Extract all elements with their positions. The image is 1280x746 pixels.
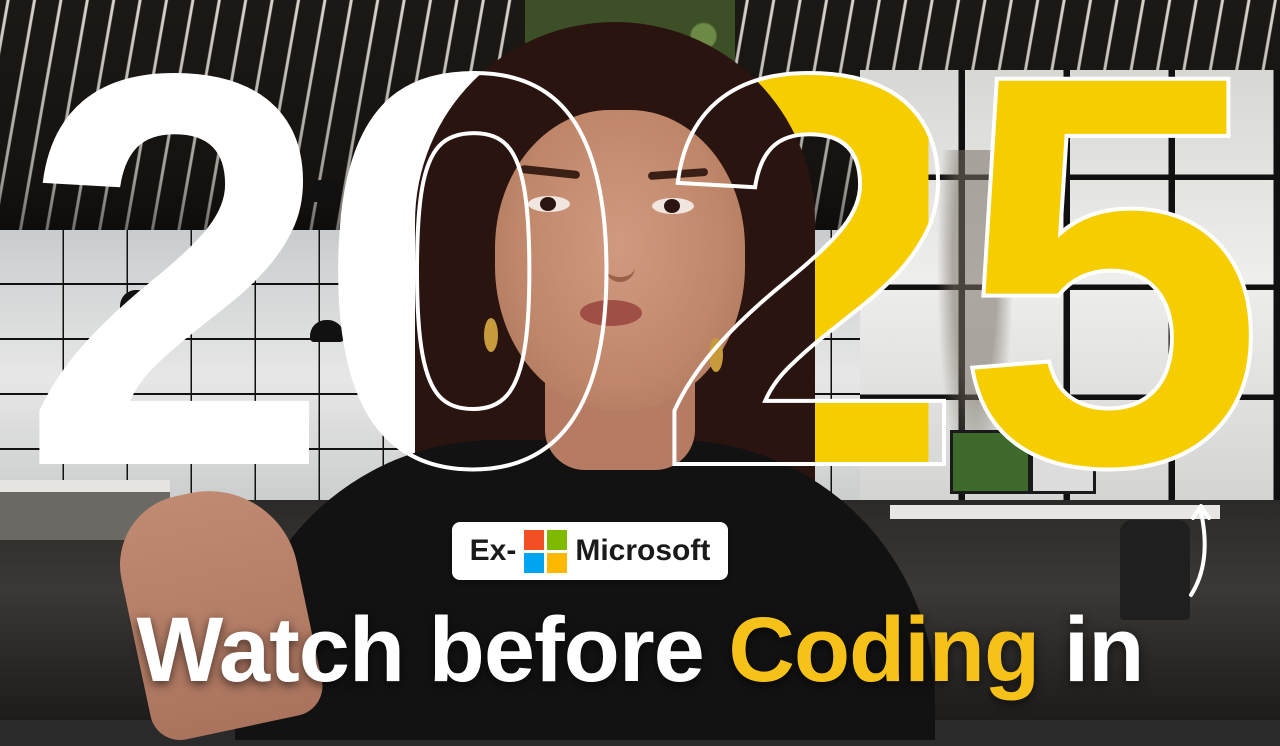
left-earring bbox=[484, 318, 498, 352]
left-eye bbox=[528, 196, 570, 212]
logo-square-yellow bbox=[547, 552, 568, 573]
ex-microsoft-badge: Ex- Microsoft bbox=[452, 522, 728, 580]
microsoft-logo-icon bbox=[524, 529, 568, 573]
right-earring bbox=[709, 338, 723, 372]
mouth bbox=[580, 300, 642, 326]
caption-part-1: Watch before bbox=[136, 599, 729, 701]
badge-company: Microsoft bbox=[575, 534, 711, 567]
curved-arrow-icon bbox=[1189, 504, 1211, 597]
right-eye bbox=[652, 198, 694, 214]
caption-part-2: in bbox=[1039, 599, 1145, 701]
logo-square-blue bbox=[524, 552, 545, 573]
logo-square-red bbox=[524, 529, 545, 550]
badge-prefix: Ex- bbox=[469, 534, 517, 567]
logo-square-green bbox=[547, 529, 568, 550]
caption-highlight: Coding bbox=[728, 599, 1040, 701]
thumbnail-caption: Watch before Coding in bbox=[0, 599, 1280, 701]
nose bbox=[605, 235, 635, 282]
